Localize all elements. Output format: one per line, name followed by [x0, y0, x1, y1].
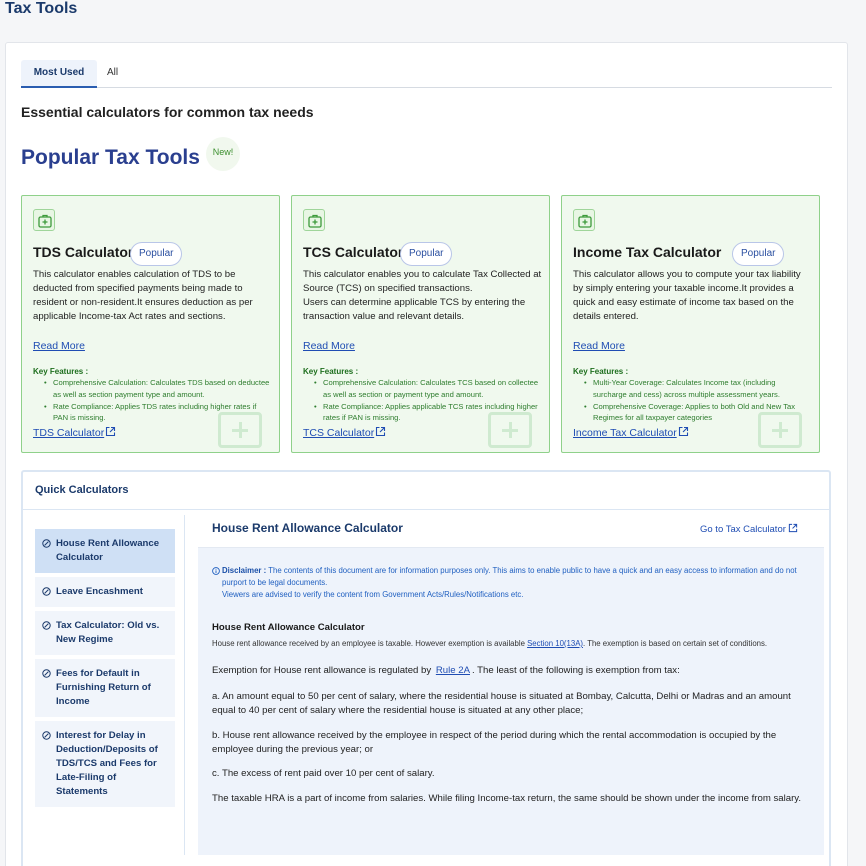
- tcs-calculator-link[interactable]: TCS Calculator: [303, 426, 386, 439]
- sidebar-item-hra[interactable]: House Rent Allowance Calculator: [35, 529, 175, 573]
- calculator-icon: [42, 669, 51, 678]
- key-features-title: Key Features :: [573, 367, 629, 376]
- feature-item: Comprehensive Calculation: Calculates TC…: [314, 377, 540, 401]
- intro-text: . The exemption is based on certain set …: [583, 639, 768, 648]
- calculator-icon: [42, 539, 51, 548]
- link-label: TDS Calculator: [33, 427, 105, 439]
- read-more-link[interactable]: Read More: [33, 340, 85, 352]
- plus-watermark-icon: [488, 412, 532, 448]
- sidebar-item-interest-delay[interactable]: Interest for Delay in Deduction/Deposits…: [35, 721, 175, 807]
- popular-tools-heading: Popular Tax Tools: [21, 146, 200, 169]
- card-description: This calculator allows you to compute yo…: [573, 269, 801, 322]
- hra-section-title: House Rent Allowance Calculator: [212, 622, 365, 633]
- disclaimer-text: The contents of this document are for in…: [222, 566, 797, 587]
- content-header: House Rent Allowance Calculator Go to Ta…: [198, 515, 824, 548]
- hra-content-panel: House Rent Allowance Calculator Go to Ta…: [198, 515, 824, 855]
- hra-intro: House rent allowance received by an empl…: [212, 638, 812, 650]
- calculator-icon: [42, 587, 51, 596]
- exemption-text: . The least of the following is exemptio…: [471, 665, 680, 676]
- card-title: Income Tax Calculator: [573, 244, 722, 260]
- tab-most-used[interactable]: Most Used: [21, 60, 97, 88]
- tab-all[interactable]: All: [107, 60, 137, 88]
- link-label: TCS Calculator: [303, 427, 375, 439]
- card-title: TDS Calculator: [33, 244, 134, 260]
- quick-calculators-section: Quick Calculators House Rent Allowance C…: [21, 470, 831, 866]
- income-tax-calculator-card[interactable]: Income Tax Calculator Popular This calcu…: [561, 195, 820, 453]
- sidebar-item-label: Leave Encashment: [56, 586, 143, 597]
- read-more-link[interactable]: Read More: [303, 340, 355, 352]
- external-link-icon: [376, 426, 386, 437]
- disclaimer: Disclaimer : The contents of this docume…: [212, 565, 812, 601]
- card-description: This calculator enables calculation of T…: [33, 269, 253, 322]
- calculator-icon: [42, 731, 51, 740]
- tab-bar: Most Used All: [21, 60, 832, 88]
- tax-tools-panel: Most Used All Essential calculators for …: [5, 42, 848, 866]
- tcs-calculator-card[interactable]: TCS Calculator Popular This calculator e…: [291, 195, 550, 453]
- hra-title: House Rent Allowance Calculator: [212, 521, 403, 535]
- go-to-tax-calculator-link[interactable]: Go to Tax Calculator: [700, 523, 798, 535]
- info-icon: [212, 567, 220, 575]
- disclaimer-text-2: Viewers are advised to verify the conten…: [222, 590, 524, 599]
- key-features-title: Key Features :: [33, 367, 89, 376]
- new-badge: New!: [206, 137, 240, 171]
- popular-badge: Popular: [732, 242, 785, 266]
- sidebar-item-label: Interest for Delay in Deduction/Deposits…: [56, 730, 158, 797]
- tds-calculator-card[interactable]: TDS Calculator Popular This calculator e…: [21, 195, 280, 453]
- sidebar-item-fees-default[interactable]: Fees for Default in Furnishing Return of…: [35, 659, 175, 717]
- link-label: Go to Tax Calculator: [700, 524, 786, 535]
- plus-watermark-icon: [218, 412, 262, 448]
- key-features-title: Key Features :: [303, 367, 359, 376]
- income-tax-calculator-link[interactable]: Income Tax Calculator: [573, 426, 689, 439]
- popular-badge: Popular: [400, 242, 453, 266]
- sidebar-item-label: House Rent Allowance Calculator: [56, 538, 160, 563]
- calculator-icon: [42, 621, 51, 630]
- sidebar-item-tax-regime[interactable]: Tax Calculator: Old vs. New Regime: [35, 611, 175, 655]
- exemption-text: Exemption for House rent allowance is re…: [212, 665, 434, 676]
- medical-bag-icon: [303, 209, 325, 231]
- taxable-hra-note: The taxable HRA is a part of income from…: [212, 793, 802, 804]
- divider: [23, 509, 829, 510]
- feature-item: Multi-Year Coverage: Calculates Income t…: [584, 377, 810, 401]
- popular-badge: Popular: [130, 242, 183, 266]
- page-title: Tax Tools: [5, 0, 78, 17]
- quick-calculators-sidebar: House Rent Allowance Calculator Leave En…: [35, 529, 175, 811]
- plus-watermark-icon: [758, 412, 802, 448]
- tds-calculator-link[interactable]: TDS Calculator: [33, 426, 116, 439]
- exemption-paragraph: Exemption for House rent allowance is re…: [212, 664, 812, 678]
- sidebar-item-label: Tax Calculator: Old vs. New Regime: [56, 620, 160, 645]
- section-subtitle: Essential calculators for common tax nee…: [21, 104, 314, 120]
- point-a: a. An amount equal to 50 per cent of sal…: [212, 691, 791, 716]
- intro-text: House rent allowance received by an empl…: [212, 639, 528, 648]
- link-label: Income Tax Calculator: [573, 427, 677, 439]
- divider: [184, 515, 185, 855]
- medical-bag-icon: [33, 209, 55, 231]
- external-link-icon: [788, 523, 798, 533]
- sidebar-item-leave-encashment[interactable]: Leave Encashment: [35, 577, 175, 607]
- feature-item: Comprehensive Calculation: Calculates TD…: [44, 377, 270, 401]
- external-link-icon: [106, 426, 116, 437]
- external-link-icon: [678, 426, 688, 437]
- card-title: TCS Calculator: [303, 244, 404, 260]
- point-b: b. House rent allowance received by the …: [212, 730, 777, 755]
- section-10-13a-link[interactable]: Section 10(13A): [527, 639, 583, 648]
- sidebar-item-label: Fees for Default in Furnishing Return of…: [56, 668, 151, 707]
- rule-2a-link[interactable]: Rule 2A: [434, 665, 472, 676]
- point-c: c. The excess of rent paid over 10 per c…: [212, 768, 435, 779]
- quick-calculators-title: Quick Calculators: [35, 484, 129, 496]
- medical-bag-icon: [573, 209, 595, 231]
- read-more-link[interactable]: Read More: [573, 340, 625, 352]
- disclaimer-label: Disclaimer :: [222, 566, 267, 575]
- card-description: This calculator enables you to calculate…: [303, 269, 542, 322]
